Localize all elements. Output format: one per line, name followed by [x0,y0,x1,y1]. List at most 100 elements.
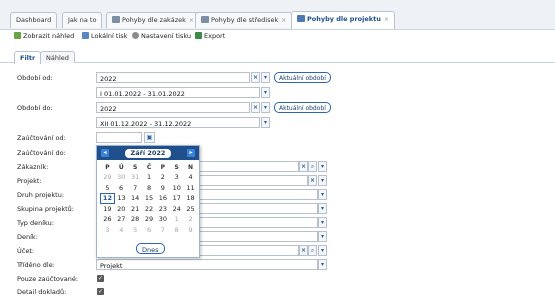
report-icon [297,15,305,22]
close-icon[interactable]: × [189,17,194,24]
calendar-day[interactable]: 11 [184,183,198,194]
month-select[interactable]: Září 2022 [125,149,171,158]
clear-icon[interactable]: × [308,175,317,186]
today-button[interactable]: Dnes [136,243,165,254]
period-from-year-select[interactable]: 2022 [96,72,250,83]
close-icon[interactable]: × [384,16,389,23]
calendar-day-selected[interactable]: 12 [100,192,115,204]
clear-icon[interactable]: × [299,245,308,256]
chevron-down-icon[interactable]: ▾ [318,189,327,200]
calendar-day[interactable]: 4 [114,225,128,236]
calendar-day[interactable]: 30 [114,172,128,183]
calendar-day[interactable]: 5 [128,225,142,236]
calendar-day[interactable]: 3 [101,225,115,236]
calendar-day[interactable]: 8 [142,183,156,194]
calendar-day[interactable]: 27 [114,214,128,225]
period-to-year-select[interactable]: 2022 [96,102,250,113]
export-button[interactable]: Export [195,32,225,40]
calendar-day[interactable]: 7 [128,183,142,194]
project-group-select[interactable] [200,203,318,214]
calendar-day[interactable]: 28 [128,214,142,225]
calendar-day[interactable]: 22 [142,204,156,215]
calendar-day[interactable]: 29 [101,172,115,183]
calendar-icon[interactable]: ▣ [144,132,155,143]
calendar-day[interactable]: 13 [114,193,128,204]
calendar-day[interactable]: 19 [101,204,115,215]
current-period-button[interactable]: Aktuální období [274,72,331,83]
period-from-range-select[interactable]: I 01.01.2022 - 31.01.2022 [96,87,260,98]
journal-type-select[interactable] [200,217,318,228]
calendar-day[interactable]: 14 [128,193,142,204]
calendar-day[interactable]: 23 [156,204,170,215]
calendar-day[interactable]: 29 [142,214,156,225]
calendar-day[interactable]: 4 [184,172,198,183]
calendar-day[interactable]: 9 [156,183,170,194]
clear-icon[interactable]: × [251,102,260,113]
chevron-right-icon[interactable]: ▸ [187,149,195,157]
chevron-down-icon[interactable]: ▾ [318,203,327,214]
tab-pohyby-dle-projektu[interactable]: Pohyby dle projektu × [291,11,395,29]
calendar-day[interactable]: 9 [184,225,198,236]
calendar-day[interactable]: 16 [156,193,170,204]
chevron-down-icon[interactable]: ▾ [261,117,270,128]
tab-jak-na-to[interactable]: Jak na to [62,12,103,28]
chevron-down-icon[interactable]: ▾ [318,245,327,256]
chevron-left-icon[interactable]: ◂ [101,149,109,157]
calendar-day[interactable]: 6 [142,225,156,236]
sort-select[interactable]: Projekt [96,259,318,270]
calendar-day[interactable]: 30 [156,214,170,225]
calendar-day[interactable]: 17 [170,193,184,204]
posting-from-input[interactable] [96,132,142,143]
chevron-down-icon[interactable]: ▾ [261,87,270,98]
customer-input[interactable] [200,161,299,172]
calendar-day[interactable]: 1 [142,172,156,183]
tab-preview[interactable]: Náhled [40,51,75,63]
search-icon[interactable]: ⌕ [308,245,317,256]
print-settings-button[interactable]: Nastavení tisku [132,32,191,40]
journal-select[interactable] [200,231,318,242]
posted-only-checkbox[interactable]: ✓ [97,275,104,282]
chevron-down-icon[interactable]: ▾ [318,161,327,172]
chevron-down-icon[interactable]: ▾ [261,72,270,83]
chevron-down-icon[interactable]: ▾ [318,175,327,186]
preview-button[interactable]: Zobrazit náhled [14,32,74,40]
calendar-day[interactable]: 3 [170,172,184,183]
calendar-day[interactable]: 18 [184,193,198,204]
doc-detail-checkbox[interactable]: ✓ [97,288,104,295]
calendar-day[interactable]: 6 [114,183,128,194]
close-icon[interactable]: × [281,17,286,24]
calendar-day[interactable]: 24 [170,204,184,215]
calendar-day[interactable]: 1 [170,214,184,225]
calendar-day[interactable]: 2 [184,214,198,225]
calendar-day[interactable]: 31 [128,172,142,183]
preview-label: Zobrazit náhled [23,32,75,40]
account-input[interactable] [200,245,299,256]
calendar-day[interactable]: 2 [156,172,170,183]
calendar-day[interactable]: 10 [170,183,184,194]
calendar-day[interactable]: 25 [184,204,198,215]
tab-pohyby-dle-stredisek[interactable]: Pohyby dle středisek × [195,12,293,28]
chevron-down-icon[interactable]: ▾ [318,217,327,228]
clear-icon[interactable]: × [251,72,260,83]
period-to-range-select[interactable]: XII 01.12.2022 - 31.12.2022 [96,117,260,128]
project-type-select[interactable] [200,189,318,200]
calendar-day[interactable]: 5 [101,183,115,194]
chevron-down-icon[interactable]: ▾ [318,231,327,242]
current-period-button[interactable]: Aktuální období [274,102,331,113]
calendar-day[interactable]: 8 [170,225,184,236]
project-select[interactable] [200,175,308,186]
calendar-day[interactable]: 21 [128,204,142,215]
tab-filter[interactable]: Filtr [14,51,42,64]
chevron-down-icon[interactable]: ▾ [261,102,270,113]
local-print-button[interactable]: Lokální tisk [82,32,127,40]
calendar-day[interactable]: 15 [142,193,156,204]
clear-icon[interactable]: × [299,161,308,172]
chevron-down-icon[interactable]: ▾ [318,259,327,270]
calendar-day[interactable]: 7 [156,225,170,236]
calendar-day[interactable]: 20 [114,204,128,215]
calendar-day[interactable]: 26 [101,214,115,225]
tab-dashboard[interactable]: Dashboard [10,12,58,28]
search-icon[interactable]: ⌕ [308,161,317,172]
weekday-header: S [174,164,179,171]
tab-pohyby-dle-zakazek[interactable]: Pohyby dle zakázek × [106,12,200,28]
